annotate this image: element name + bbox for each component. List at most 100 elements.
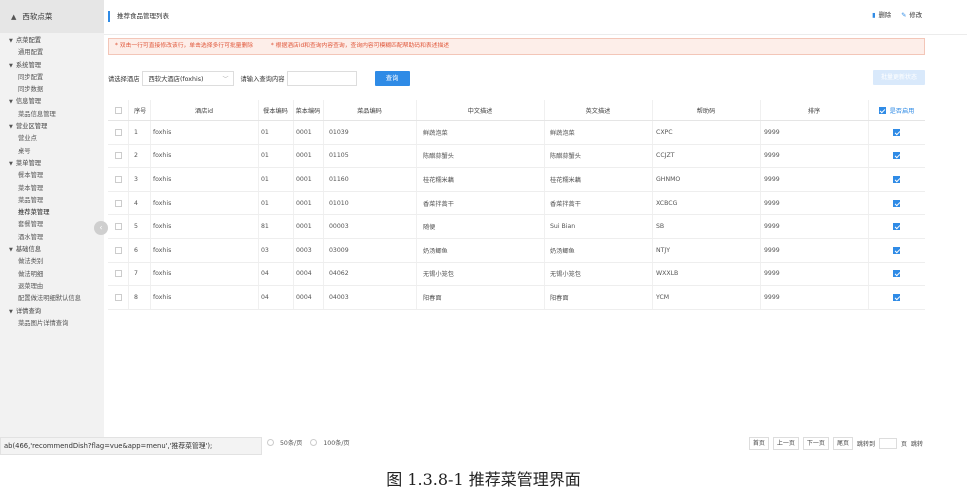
page-size-50-label[interactable]: 50条/页 [280, 438, 302, 447]
sidebar-item[interactable]: 餐本管理 [0, 170, 104, 182]
table-row[interactable]: 2 foxhis 01 0001 01105 陈醋蒜蟹头 陈醋蒜蟹头 CCJZT 9999 [108, 144, 925, 169]
enabled-all-checkbox[interactable] [878, 106, 886, 114]
column-divider [652, 238, 653, 262]
cell-enabled[interactable] [868, 168, 925, 191]
sidebar-item-label: 菜品信息管理 [18, 110, 56, 118]
sidebar-group[interactable]: ▼ 点菜配置 [0, 35, 104, 47]
sidebar-group[interactable]: ▼ 详情查询 [0, 306, 104, 318]
sidebar-item[interactable]: 同步数据 [0, 84, 104, 96]
sidebar-group[interactable]: ▼ 营业区管理 [0, 121, 104, 133]
row-select-cell[interactable] [108, 263, 128, 286]
sidebar-group[interactable]: ▼ 基础信息 [0, 244, 104, 256]
cell-enabled[interactable] [868, 192, 925, 215]
table-row[interactable]: 7 foxhis 04 0004 04062 无锡小笼包 无锡小笼包 WXXLB 9999 [108, 262, 925, 287]
sidebar-item[interactable]: 套餐管理 [0, 219, 104, 231]
sidebar-group[interactable]: ▼ 信息管理 [0, 96, 104, 108]
table-row[interactable]: 6 foxhis 03 0003 03009 奶汤鲫鱼 奶汤鲫鱼 NTJY 9999 [108, 238, 925, 263]
enabled-checkbox[interactable] [893, 152, 900, 160]
table-row[interactable]: 5 foxhis 81 0001 00003 随便 Sui Bian SB 9999 [108, 215, 925, 239]
select-all-checkbox[interactable] [114, 106, 122, 114]
batch-update-status-button[interactable]: 批量更新状态 [873, 70, 925, 85]
cell-sort: 9999 [764, 270, 780, 278]
cell-enabled[interactable] [868, 286, 925, 309]
cell-enabled[interactable] [868, 215, 925, 238]
search-input[interactable] [286, 70, 357, 86]
next-page-button[interactable]: 下一页 [802, 437, 829, 450]
row-select-checkbox[interactable] [114, 128, 122, 136]
row-select-cell[interactable] [108, 145, 128, 168]
sidebar-item[interactable]: 营业点 [0, 133, 104, 145]
row-select-cell[interactable] [108, 168, 128, 191]
sidebar-group[interactable]: ▼ 菜单管理 [0, 158, 104, 170]
col-dish-code[interactable]: 菜品编码 [323, 100, 416, 120]
col-help-code[interactable]: 帮助码 [652, 100, 760, 120]
enabled-checkbox[interactable] [893, 199, 900, 207]
sidebar-item[interactable]: 做法明细 [0, 269, 104, 281]
col-meal-code[interactable]: 餐本编码 [258, 100, 293, 120]
sidebar-item[interactable]: 同步配置 [0, 72, 104, 84]
table-row[interactable]: 4 foxhis 01 0001 01010 香菜拌蒿干 香菜拌蒿干 XCBCG 9999 [108, 191, 925, 216]
sidebar-item[interactable]: 酒水管理 [0, 232, 104, 244]
enabled-checkbox[interactable] [893, 293, 900, 301]
cell-hotel-id: foxhis [153, 152, 172, 160]
col-en-desc[interactable]: 英文描述 [544, 100, 652, 120]
sidebar-item[interactable]: 通用配置 [0, 47, 104, 59]
sidebar-item[interactable]: 菜品图片详情查询 [0, 318, 104, 330]
search-button[interactable]: 查询 [374, 70, 410, 86]
col-enabled[interactable]: 是否启用 [868, 100, 925, 120]
row-select-cell[interactable] [108, 215, 128, 238]
enabled-checkbox[interactable] [893, 128, 900, 136]
row-select-checkbox[interactable] [114, 175, 122, 183]
page-size-100-label[interactable]: 100条/页 [323, 438, 349, 447]
goto-page-input[interactable] [878, 438, 897, 449]
enabled-checkbox[interactable] [893, 246, 900, 254]
first-page-button[interactable]: 首页 [748, 437, 769, 450]
enabled-checkbox[interactable] [893, 223, 900, 231]
goto-page-button[interactable]: 跳转 [911, 439, 923, 448]
col-sort[interactable]: 排序 [760, 100, 868, 120]
page-size-100-radio[interactable] [310, 439, 318, 446]
col-menu-code[interactable]: 菜本编码 [293, 100, 323, 120]
table-row[interactable]: 1 foxhis 01 0001 01039 鲜蔬泡菜 鲜蔬泡菜 CXPC 9999 [108, 121, 925, 145]
select-all-checkbox-cell[interactable] [108, 100, 128, 120]
sidebar-group[interactable]: ▼ 系统管理 [0, 60, 104, 72]
cell-enabled[interactable] [868, 239, 925, 262]
row-select-cell[interactable] [108, 121, 128, 144]
row-select-checkbox[interactable] [114, 246, 122, 254]
row-select-checkbox[interactable] [114, 293, 122, 301]
table-row[interactable]: 8 foxhis 04 0004 04003 阳春面 阳春面 YCM 9999 [108, 286, 925, 310]
sidebar-item[interactable]: 菜品信息管理 [0, 109, 104, 121]
enabled-checkbox[interactable] [893, 175, 900, 183]
cell-enabled[interactable] [868, 145, 925, 168]
sidebar-item[interactable]: 退菜理由 [0, 281, 104, 293]
sidebar-item[interactable]: 桌号 [0, 146, 104, 158]
row-select-cell[interactable] [108, 286, 128, 309]
enabled-checkbox[interactable] [893, 270, 900, 278]
row-select-checkbox[interactable] [114, 270, 122, 278]
sidebar-item[interactable]: 菜本管理 [0, 183, 104, 195]
brand[interactable]: ▲ 西软点菜 [0, 0, 104, 33]
edit-button[interactable]: ✎ 修改 [901, 10, 922, 19]
last-page-button[interactable]: 尾页 [832, 437, 853, 450]
page-size-50-radio[interactable] [267, 439, 274, 446]
col-cn-desc[interactable]: 中文描述 [416, 100, 544, 120]
col-hotel-id[interactable]: 酒店id [150, 100, 258, 120]
column-divider [258, 168, 259, 191]
row-select-checkbox[interactable] [114, 223, 122, 231]
sidebar-item[interactable]: 菜品管理 [0, 195, 104, 207]
cell-enabled[interactable] [868, 263, 925, 286]
row-select-checkbox[interactable] [114, 199, 122, 207]
hotel-select[interactable]: 西软大酒店(foxhis) ﹀ [142, 70, 235, 86]
row-select-cell[interactable] [108, 192, 128, 215]
delete-button[interactable]: ▮ 删除 [872, 10, 891, 19]
prev-page-button[interactable]: 上一页 [772, 437, 799, 450]
collapse-sidebar-icon[interactable]: ‹ [94, 221, 108, 235]
cell-enabled[interactable] [868, 121, 925, 144]
pager: 首页 上一页 下一页 尾页 跳转到 页 跳转 [748, 437, 923, 450]
row-select-checkbox[interactable] [114, 152, 122, 160]
table-row[interactable]: 3 foxhis 01 0001 01160 桂花糯米藕 桂花糯米藕 GHNMO 9999 [108, 168, 925, 192]
sidebar-item[interactable]: 推荐菜管理 [0, 207, 104, 219]
row-select-cell[interactable] [108, 239, 128, 262]
sidebar-item[interactable]: 配置做法明细默认信息 [0, 293, 104, 305]
sidebar-item[interactable]: 做法类别 [0, 256, 104, 268]
